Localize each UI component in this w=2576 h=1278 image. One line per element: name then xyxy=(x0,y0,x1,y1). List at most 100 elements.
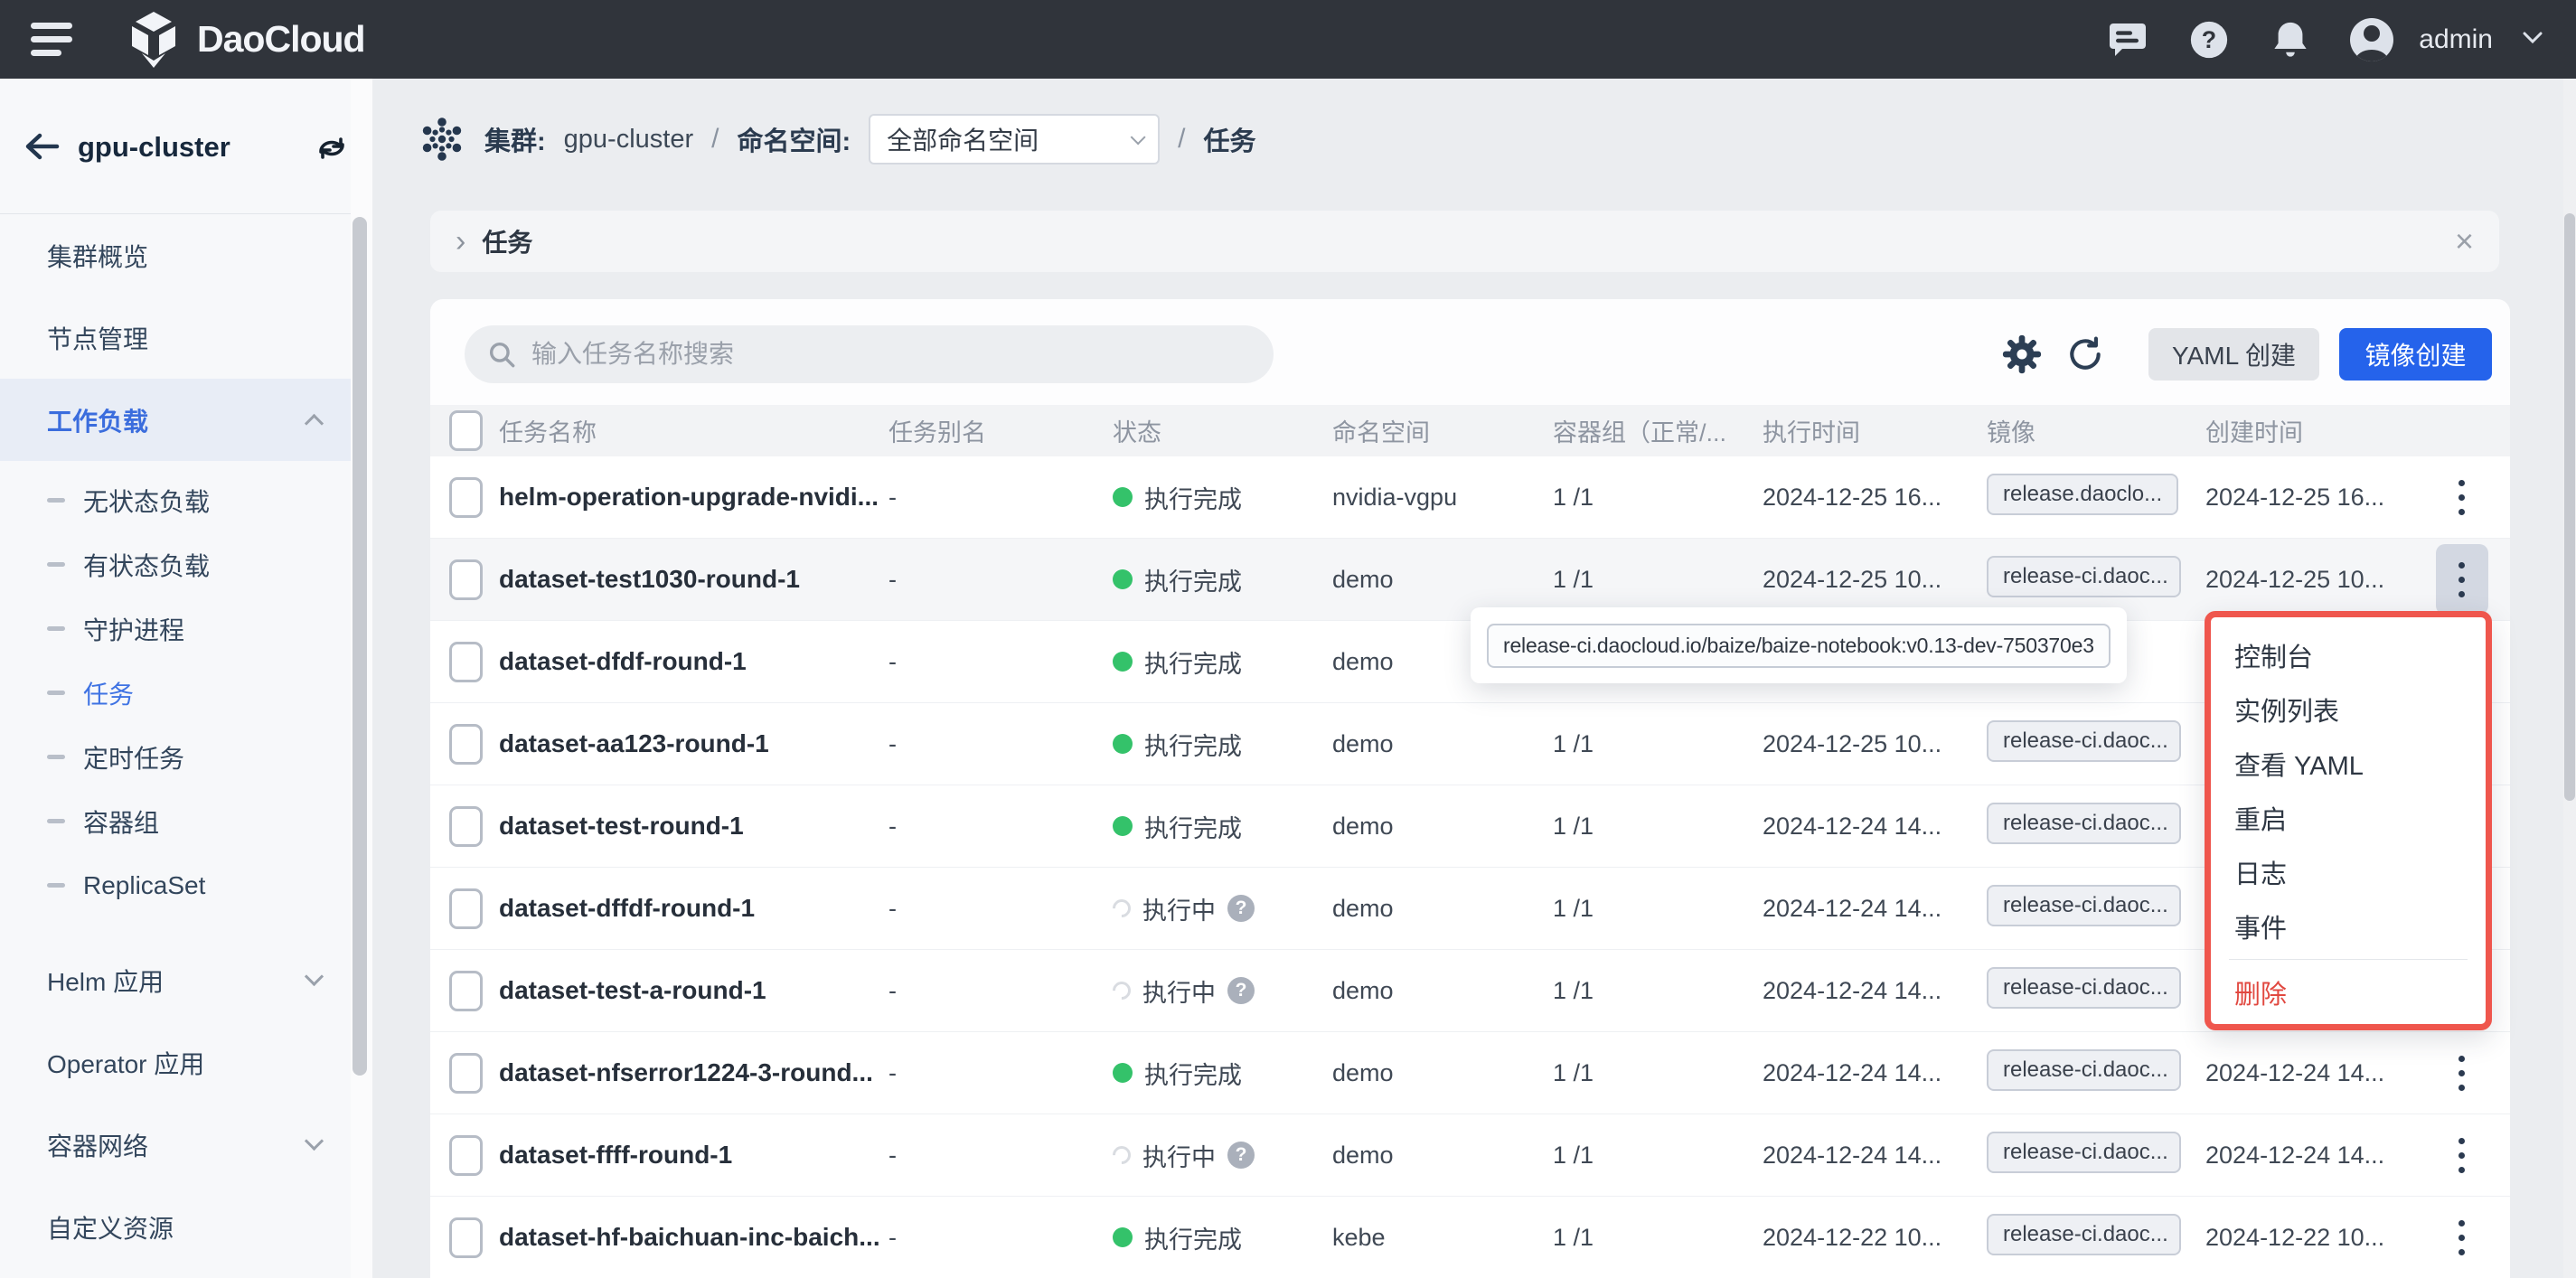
brand-name: DaoCloud xyxy=(197,18,365,61)
cluster-name: gpu-cluster xyxy=(78,131,230,164)
row-checkbox[interactable] xyxy=(449,724,483,765)
image-badge[interactable]: release-ci.daoc... xyxy=(1987,1214,2181,1255)
status-help-icon[interactable]: ? xyxy=(1227,977,1255,1004)
namespace-select[interactable]: 全部命名空间 xyxy=(869,114,1160,164)
select-all-checkbox[interactable] xyxy=(449,410,483,451)
sidebar-item-label: 定时任务 xyxy=(83,739,184,775)
sidebar-item-jobs[interactable]: 任务 xyxy=(0,661,351,725)
job-name[interactable]: dataset-ffff-round-1 xyxy=(499,1141,888,1170)
image-badge[interactable]: release-ci.daoc... xyxy=(1987,885,2181,926)
image-badge[interactable]: release-ci.daoc... xyxy=(1987,1132,2181,1173)
job-name[interactable]: dataset-hf-baichuan-inc-baich... xyxy=(499,1223,888,1252)
table-row: dataset-aa123-round-1 - 执行完成 ? demo 1 /1… xyxy=(430,703,2510,785)
job-name[interactable]: dataset-dffdf-round-1 xyxy=(499,894,888,923)
image-badge[interactable]: release-ci.daoc... xyxy=(1987,720,2181,762)
back-arrow-icon[interactable] xyxy=(25,133,60,164)
row-checkbox[interactable] xyxy=(449,888,483,929)
yaml-create-button[interactable]: YAML 创建 xyxy=(2148,328,2319,381)
job-alias: - xyxy=(888,566,1113,594)
image-badge[interactable]: release-ci.daoc... xyxy=(1987,967,2181,1009)
context-menu-item[interactable]: 控制台 xyxy=(2211,628,2486,682)
help-icon[interactable]: ? xyxy=(2187,18,2231,61)
row-checkbox[interactable] xyxy=(449,1135,483,1176)
close-icon[interactable]: × xyxy=(2455,225,2474,258)
exec-time-cell: 2024-12-24 14... xyxy=(1763,1059,1987,1087)
search-input[interactable] xyxy=(530,339,1252,370)
status-dot-icon xyxy=(1113,1227,1133,1247)
image-badge[interactable]: release.daoclo... xyxy=(1987,474,2178,515)
context-menu-item[interactable]: 实例列表 xyxy=(2211,682,2486,737)
sidebar-item-cluster-overview[interactable]: 集群概览 xyxy=(0,214,351,296)
user-menu-chevron-down-icon[interactable] xyxy=(2522,31,2543,49)
chat-icon[interactable] xyxy=(2106,18,2149,61)
image-badge[interactable]: release-ci.daoc... xyxy=(1987,556,2181,597)
job-name[interactable]: dataset-dfdf-round-1 xyxy=(499,647,888,676)
table-header: 任务名称 任务别名 状态 命名空间 容器组（正常/... 执行时间 镜像 创建时… xyxy=(430,405,2510,456)
context-menu-item[interactable]: 日志 xyxy=(2211,845,2486,899)
sidebar-item-label: 有状态负载 xyxy=(83,547,210,583)
job-name[interactable]: dataset-test-round-1 xyxy=(499,812,888,841)
row-checkbox[interactable] xyxy=(449,806,483,847)
sidebar-item-label: 节点管理 xyxy=(47,320,148,356)
context-menu-item[interactable]: 重启 xyxy=(2211,791,2486,845)
sidebar-item-label: 守护进程 xyxy=(83,611,184,647)
search-box[interactable] xyxy=(465,325,1274,383)
kebab-menu-icon[interactable] xyxy=(2436,544,2488,615)
image-badge[interactable]: release-ci.daoc... xyxy=(1987,803,2181,844)
context-menu-item[interactable]: 事件 xyxy=(2211,899,2486,954)
status-help-icon[interactable]: ? xyxy=(1227,1142,1255,1169)
brand[interactable]: DaoCloud xyxy=(128,12,365,68)
sidebar-item-cronjobs[interactable]: 定时任务 xyxy=(0,725,351,789)
job-name[interactable]: dataset-aa123-round-1 xyxy=(499,729,888,758)
col-created: 创建时间 xyxy=(2205,413,2413,448)
row-checkbox[interactable] xyxy=(449,1217,483,1258)
sidebar-item-container-network[interactable]: 容器网络 xyxy=(0,1104,351,1186)
image-create-button[interactable]: 镜像创建 xyxy=(2339,328,2492,381)
job-name[interactable]: helm-operation-upgrade-nvidi... xyxy=(499,483,888,512)
workloads-submenu: 无状态负载 有状态负载 守护进程 任务 定时任务 容器组 ReplicaSet xyxy=(0,461,351,925)
sidebar-item-replicasets[interactable]: ReplicaSet xyxy=(0,853,351,917)
context-menu-delete[interactable]: 删除 xyxy=(2211,965,2486,1020)
settings-gear-icon[interactable] xyxy=(2000,333,2044,376)
col-image: 镜像 xyxy=(1987,413,2205,448)
main-scrollbar[interactable] xyxy=(2564,213,2575,801)
main-scrollbar-track xyxy=(2563,79,2576,1278)
hamburger-menu-icon[interactable] xyxy=(31,15,72,63)
sidebar-item-node-management[interactable]: 节点管理 xyxy=(0,296,351,379)
refresh-icon[interactable] xyxy=(2064,333,2107,376)
sidebar-item-daemonsets[interactable]: 守护进程 xyxy=(0,597,351,661)
status-badge: 执行中 ? xyxy=(1113,891,1332,926)
status-text: 执行完成 xyxy=(1144,809,1242,844)
sidebar-item-pods[interactable]: 容器组 xyxy=(0,789,351,853)
sidebar-scrollbar[interactable] xyxy=(353,217,367,1076)
status-dot-icon xyxy=(1113,1063,1133,1083)
sidebar-item-operator-apps[interactable]: Operator 应用 xyxy=(0,1021,351,1104)
row-checkbox[interactable] xyxy=(449,1053,483,1094)
row-checkbox[interactable] xyxy=(449,559,483,600)
sidebar-item-workloads[interactable]: 工作负载 xyxy=(0,379,351,461)
sidebar-item-custom-resources[interactable]: 自定义资源 xyxy=(0,1186,351,1268)
sidebar-item-statefulsets[interactable]: 有状态负载 xyxy=(0,532,351,597)
exec-time-cell: 2024-12-25 10... xyxy=(1763,566,1987,594)
panel-chevron-right-icon[interactable]: › xyxy=(456,226,465,257)
kebab-menu-icon[interactable] xyxy=(2436,1202,2488,1273)
jobs-panel-header[interactable]: › 任务 × xyxy=(430,211,2499,272)
kebab-menu-icon[interactable] xyxy=(2436,1120,2488,1190)
user-avatar-icon[interactable] xyxy=(2350,18,2393,61)
job-name[interactable]: dataset-test-a-round-1 xyxy=(499,976,888,1005)
kebab-menu-icon[interactable] xyxy=(2436,1038,2488,1108)
row-checkbox[interactable] xyxy=(449,642,483,682)
status-help-icon[interactable]: ? xyxy=(1227,895,1255,922)
image-badge[interactable]: release-ci.daoc... xyxy=(1987,1049,2181,1091)
row-checkbox[interactable] xyxy=(449,477,483,518)
context-menu-item[interactable]: 查看 YAML xyxy=(2211,737,2486,791)
kebab-menu-icon[interactable] xyxy=(2436,462,2488,532)
job-name[interactable]: dataset-test1030-round-1 xyxy=(499,565,888,594)
switch-cluster-icon[interactable] xyxy=(315,133,349,168)
row-checkbox[interactable] xyxy=(449,971,483,1011)
sidebar-item-deployments[interactable]: 无状态负载 xyxy=(0,468,351,532)
notifications-bell-icon[interactable] xyxy=(2269,18,2312,61)
namespace-cell: demo xyxy=(1332,977,1553,1005)
sidebar-item-helm-apps[interactable]: Helm 应用 xyxy=(0,939,351,1021)
job-name[interactable]: dataset-nfserror1224-3-round... xyxy=(499,1058,888,1087)
